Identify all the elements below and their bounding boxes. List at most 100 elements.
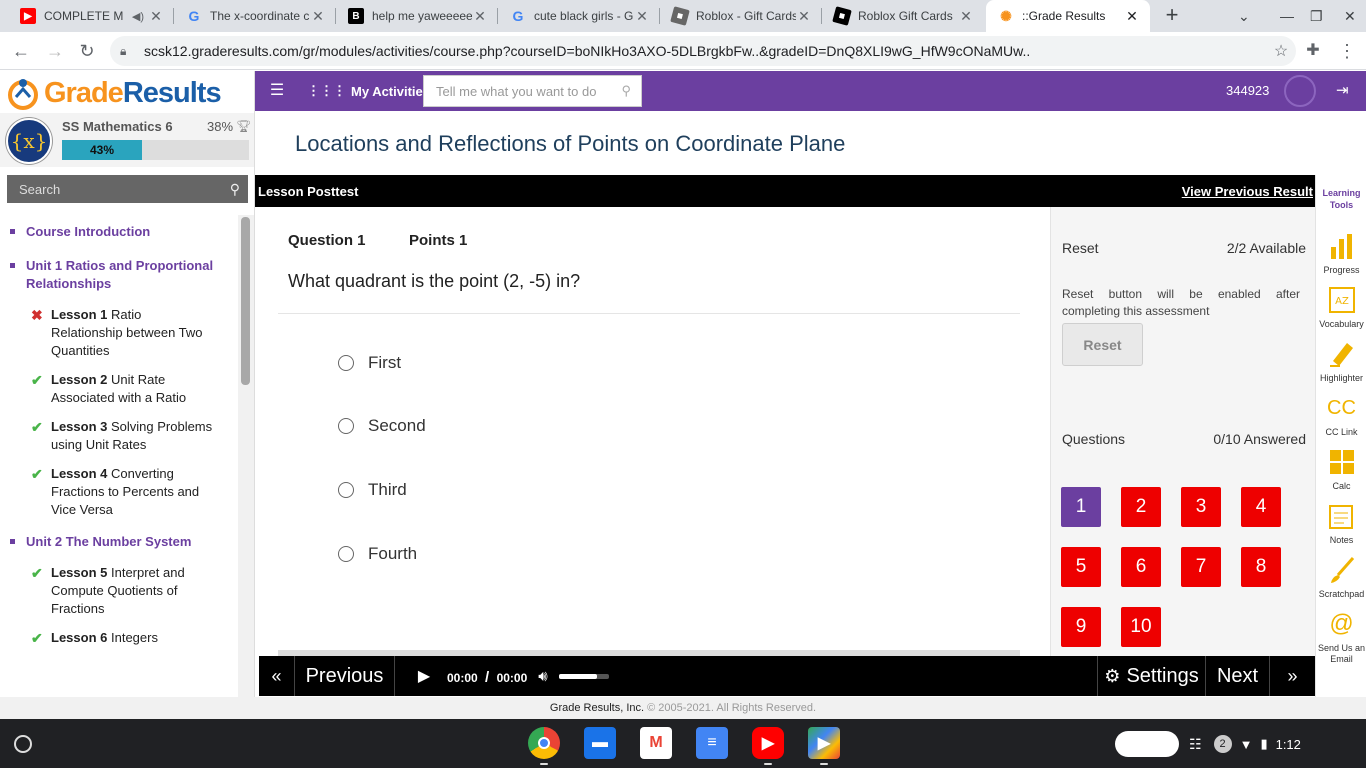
question-number-button[interactable]: 1 <box>1061 487 1101 527</box>
notes-tool[interactable]: Notes <box>1316 501 1366 546</box>
sidebar-lesson[interactable]: ✔ Lesson 4 Converting Fractions to Percen… <box>0 460 238 525</box>
scrollbar-thumb[interactable] <box>241 217 250 385</box>
question-number-button[interactable]: 2 <box>1121 487 1161 527</box>
browser-tab[interactable]: G The x-coordinate c ✕ <box>174 0 336 32</box>
graderesults-logo[interactable]: Grade Results <box>4 75 222 111</box>
answer-choice[interactable]: Fourth <box>338 544 417 564</box>
extensions-icon[interactable]: ✚ <box>1302 40 1324 62</box>
course-name[interactable]: SS Mathematics 6 <box>62 119 173 134</box>
browser-tab[interactable]: ■ Roblox Gift Cards ✕ <box>822 0 984 32</box>
sidebar-search-input[interactable]: Search ⚲ <box>7 175 248 203</box>
progress-tool[interactable]: Progress <box>1316 231 1366 276</box>
previous-button[interactable]: Previous <box>295 656 395 696</box>
settings-button[interactable]: ⚙ Settings <box>1097 656 1206 696</box>
chrome-menu-icon[interactable]: ⋮ <box>1336 40 1358 62</box>
new-tab-button[interactable]: + <box>1160 4 1184 28</box>
reload-icon[interactable]: ↻ <box>76 40 98 62</box>
clock[interactable]: 1:12 <box>1276 737 1301 752</box>
question-number-button[interactable]: 5 <box>1061 547 1101 587</box>
email-tool[interactable]: @ Send Us an Email <box>1316 609 1366 665</box>
question-number-button[interactable]: 6 <box>1121 547 1161 587</box>
radio-button[interactable] <box>338 418 354 434</box>
restore-icon[interactable]: ❐ <box>1310 0 1323 32</box>
my-activities-button[interactable]: ⋮⋮⋮ My Activities <box>307 71 430 111</box>
close-tab-icon[interactable]: ✕ <box>634 8 650 25</box>
url-bar[interactable]: 🔒︎ scsk12.graderesults.com/gr/modules/ac… <box>110 36 1296 66</box>
close-tab-icon[interactable]: ✕ <box>796 8 812 25</box>
menu-icon[interactable]: ☰ <box>267 81 287 101</box>
radio-button[interactable] <box>338 546 354 562</box>
avatar[interactable] <box>1284 75 1316 107</box>
view-previous-result-link[interactable]: View Previous Result <box>1182 184 1313 199</box>
browser-tab[interactable]: ▶ COMPLETE M ◀) ✕ <box>8 0 174 32</box>
answer-choice[interactable]: Third <box>338 480 407 500</box>
sidebar-unit[interactable]: Unit 1 Ratios and Proportional Relations… <box>0 249 238 301</box>
highlighter-tool[interactable]: Highlighter <box>1316 339 1366 384</box>
browser-tab-active[interactable]: ✺ ::Grade Results ✕ <box>986 0 1150 32</box>
trophy-icon: 🏆︎ <box>236 119 252 133</box>
answer-choice[interactable]: Second <box>338 416 426 436</box>
task-list-icon[interactable]: ☷ <box>1189 736 1202 753</box>
radio-button[interactable] <box>338 482 354 498</box>
browser-tab[interactable]: ■ Roblox - Gift Cards ✕ <box>660 0 822 32</box>
radio-button[interactable] <box>338 355 354 371</box>
close-tab-icon[interactable]: ✕ <box>472 8 488 25</box>
scratchpad-tool[interactable]: Scratchpad <box>1316 555 1366 600</box>
forward-icon[interactable]: → <box>44 40 66 62</box>
logout-icon[interactable]: ⇥ <box>1336 81 1349 99</box>
system-tray[interactable]: ☷ 2 ▼ ▮ 1:12 <box>1189 728 1361 760</box>
sidebar-unit[interactable]: Unit 2 The Number System <box>0 525 238 559</box>
close-tab-icon[interactable]: ✕ <box>958 8 974 25</box>
bookmark-star-icon[interactable]: ☆ <box>1266 41 1296 61</box>
reset-button[interactable]: Reset <box>1062 323 1143 366</box>
question-number-button[interactable]: 10 <box>1121 607 1161 647</box>
sidebar-lesson[interactable]: ✔ Lesson 2 Unit Rate Associated with a Ra… <box>0 366 238 413</box>
assessment-panel: Reset 2/2 Available Reset button will be… <box>1050 207 1315 656</box>
back-icon[interactable]: ← <box>10 40 32 62</box>
close-tab-icon[interactable]: ✕ <box>1124 8 1140 25</box>
sidebar-scrollbar[interactable] <box>238 215 254 697</box>
play-icon[interactable]: ▶ <box>409 656 439 696</box>
graderesults-icon: ✺ <box>1000 7 1012 24</box>
chrome-app-icon[interactable] <box>528 727 560 759</box>
vocabulary-tool[interactable]: AZ Vocabulary <box>1316 285 1366 330</box>
sidebar-lesson[interactable]: ✔ Lesson 5 Interpret and Compute Quotient… <box>0 559 238 624</box>
play-store-app-icon[interactable]: ▶ <box>808 727 840 759</box>
youtube-app-icon[interactable]: ▶ <box>752 727 784 759</box>
calc-tool[interactable]: Calc <box>1316 447 1366 492</box>
close-tab-icon[interactable]: ✕ <box>310 8 326 25</box>
files-app-icon[interactable]: ▬ <box>584 727 616 759</box>
volume-slider[interactable] <box>559 674 609 679</box>
notification-count[interactable]: 2 <box>1213 735 1232 753</box>
question-number-button[interactable]: 3 <box>1181 487 1221 527</box>
first-question-icon[interactable]: « <box>259 656 295 696</box>
tab-search-icon[interactable]: ⌄ <box>1238 0 1250 32</box>
topbar-search-input[interactable]: Tell me what you want to do ⚲ <box>423 75 642 107</box>
last-question-icon[interactable]: » <box>1270 656 1315 696</box>
sidebar-lesson[interactable]: ✔ Lesson 3 Solving Problems using Unit Ra… <box>0 413 238 460</box>
minimize-icon[interactable]: — <box>1280 0 1294 32</box>
search-icon[interactable]: ⚲ <box>621 83 631 99</box>
question-number-button[interactable]: 7 <box>1181 547 1221 587</box>
question-number-button[interactable]: 8 <box>1241 547 1281 587</box>
gmail-app-icon[interactable]: M <box>640 727 672 759</box>
launcher-icon[interactable] <box>14 735 32 753</box>
speaker-icon[interactable]: ◀) <box>132 10 144 23</box>
sidebar-lesson[interactable]: ✖ Lesson 1 Ratio Relationship between Two… <box>0 301 238 366</box>
docs-app-icon[interactable]: ≡ <box>696 727 728 759</box>
search-icon[interactable]: ⚲ <box>230 181 240 198</box>
sidebar-lesson[interactable]: ✔ Lesson 6 Integers <box>0 624 238 653</box>
question-number-button[interactable]: 9 <box>1061 607 1101 647</box>
close-window-icon[interactable]: ✕ <box>1344 0 1356 32</box>
stylus-tools-pill[interactable] <box>1115 731 1179 757</box>
volume-icon[interactable]: 🔊︎ <box>531 656 555 696</box>
close-tab-icon[interactable]: ✕ <box>148 8 164 25</box>
running-indicator <box>764 763 772 765</box>
browser-tab[interactable]: B help me yaweeeee ✕ <box>336 0 498 32</box>
next-button[interactable]: Next <box>1206 656 1270 696</box>
sidebar-unit[interactable]: Course Introduction <box>0 215 238 249</box>
answer-choice[interactable]: First <box>338 353 401 373</box>
browser-tab[interactable]: G cute black girls - G ✕ <box>498 0 660 32</box>
question-number-button[interactable]: 4 <box>1241 487 1281 527</box>
cc-link-tool[interactable]: CC CC Link <box>1316 393 1366 438</box>
